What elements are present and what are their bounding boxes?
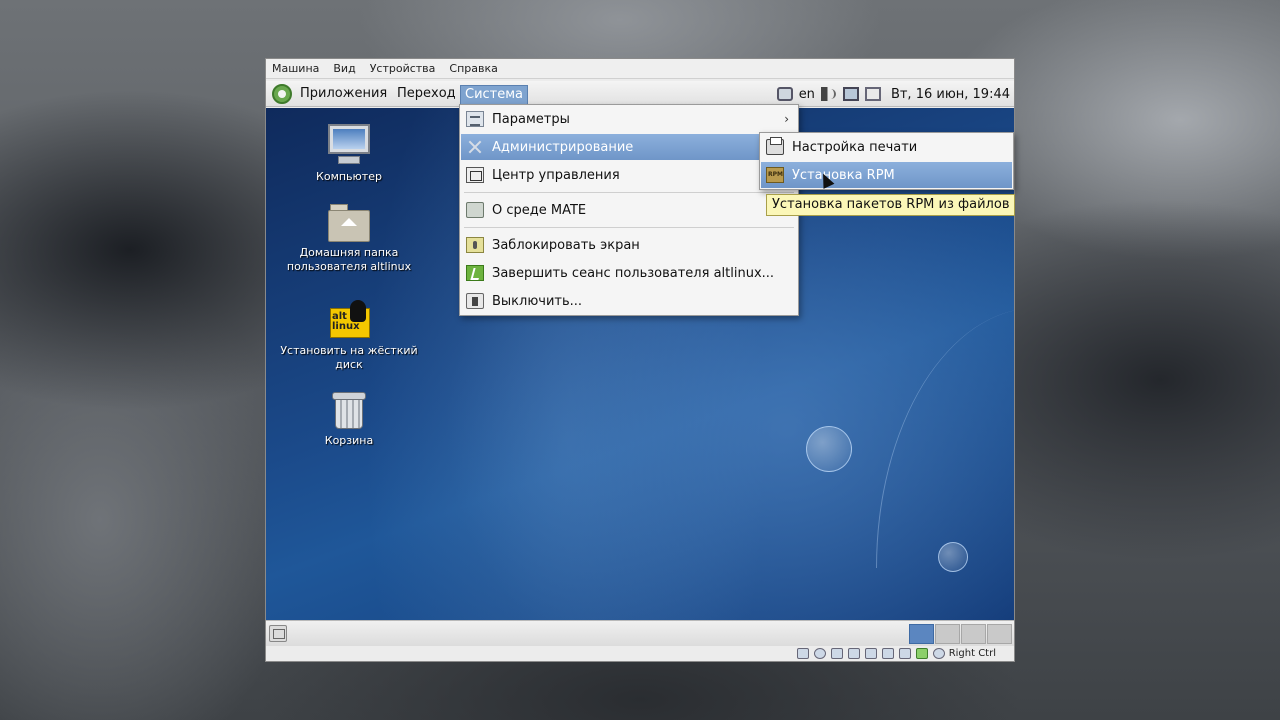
wallpaper-streak xyxy=(876,308,1014,568)
vm-menu-machine[interactable]: Машина xyxy=(272,62,319,75)
rpm-icon xyxy=(766,167,784,183)
mate-logo-icon[interactable] xyxy=(272,84,292,104)
host-key-icon xyxy=(932,648,945,659)
desktop-icon-home[interactable]: Домашняя папка пользователя altlinux xyxy=(274,204,424,274)
wallpaper-orb xyxy=(938,542,968,572)
desktop-icon-install[interactable]: alt linux Установить на жёсткий диск xyxy=(274,300,424,372)
menu-item-label: Администрирование xyxy=(492,139,634,155)
workspace-switcher xyxy=(908,624,1012,644)
menu-item-label: Завершить сеанс пользователя altlinux... xyxy=(492,265,775,281)
control-center-icon xyxy=(466,167,484,183)
menu-item-label: Выключить... xyxy=(492,293,583,309)
altlinux-logo-text: alt linux xyxy=(332,311,360,332)
vm-menu-devices[interactable]: Устройства xyxy=(370,62,436,75)
system-tray: en Вт, 16 июн, 19:44 xyxy=(771,84,1010,104)
clock[interactable]: Вт, 16 июн, 19:44 xyxy=(891,87,1010,102)
desktop-icon-computer[interactable]: Компьютер xyxy=(274,124,424,184)
menu-system[interactable]: Система xyxy=(460,85,529,105)
bottom-panel xyxy=(266,620,1014,646)
desktop-icon-trash[interactable]: Корзина xyxy=(274,390,424,448)
menu-item-lock-screen[interactable]: Заблокировать экран xyxy=(461,232,797,258)
printer-tray-icon[interactable] xyxy=(864,87,881,101)
vm-menu-view[interactable]: Вид xyxy=(333,62,355,75)
mouse-integration-icon[interactable] xyxy=(915,648,928,659)
network-icon[interactable] xyxy=(776,87,793,101)
administration-icon xyxy=(466,139,484,155)
desktop-icon-label: Домашняя папка пользователя altlinux xyxy=(286,246,412,273)
menu-applications[interactable]: Приложения xyxy=(296,85,391,105)
menu-separator xyxy=(464,192,794,193)
shared-folders-icon[interactable] xyxy=(881,648,894,659)
host-key-label: Right Ctrl xyxy=(948,648,996,659)
system-menu: Параметры › Администрирование Центр упра… xyxy=(459,104,799,316)
display-icon[interactable] xyxy=(842,87,859,101)
menu-item-label: Центр управления xyxy=(492,167,620,183)
tooltip: Установка пакетов RPM из файлов xyxy=(766,194,1016,216)
about-icon xyxy=(466,202,484,218)
menu-item-administration[interactable]: Администрирование xyxy=(461,134,797,160)
administration-submenu: Настройка печати Установка RPM xyxy=(759,132,1014,190)
menu-item-control-center[interactable]: Центр управления xyxy=(461,162,797,188)
menu-separator xyxy=(464,227,794,228)
lock-screen-icon xyxy=(466,237,484,253)
menu-item-print-settings[interactable]: Настройка печати xyxy=(761,134,1012,160)
display-status-icon[interactable] xyxy=(898,648,911,659)
workspace-1[interactable] xyxy=(909,624,934,644)
home-folder-icon xyxy=(328,204,370,242)
desktop-icon-label: Установить на жёсткий диск xyxy=(280,344,418,371)
vm-menubar: Машина Вид Устройства Справка xyxy=(266,59,1014,79)
menu-item-about[interactable]: О среде MATE xyxy=(461,197,797,223)
trash-icon xyxy=(332,390,366,430)
menu-item-label: Установка RPM xyxy=(792,167,895,183)
workspace-4[interactable] xyxy=(987,624,1012,644)
shutdown-icon xyxy=(466,293,484,309)
menu-item-label: О среде MATE xyxy=(492,202,587,218)
menu-item-shutdown[interactable]: Выключить... xyxy=(461,288,797,314)
network-adapter-icon[interactable] xyxy=(847,648,860,659)
vm-menu-help[interactable]: Справка xyxy=(449,62,497,75)
altlinux-installer-icon: alt linux xyxy=(328,300,370,340)
computer-icon xyxy=(326,124,372,166)
menu-item-preferences[interactable]: Параметры › xyxy=(461,106,797,132)
logout-icon xyxy=(466,265,484,281)
chevron-right-icon: › xyxy=(784,112,789,126)
desktop-icon-label: Корзина xyxy=(324,434,374,447)
wallpaper-orb xyxy=(806,426,852,472)
show-desktop-button[interactable] xyxy=(269,625,287,642)
menu-places[interactable]: Переход xyxy=(393,85,460,105)
workspace-3[interactable] xyxy=(961,624,986,644)
audio-icon[interactable] xyxy=(830,648,843,659)
vm-status-bar: Right Ctrl xyxy=(266,646,1014,661)
preferences-icon xyxy=(466,111,484,127)
keyboard-layout[interactable]: en xyxy=(799,87,815,102)
usb-icon[interactable] xyxy=(864,648,877,659)
menu-item-logout[interactable]: Завершить сеанс пользователя altlinux... xyxy=(461,260,797,286)
menu-item-label: Заблокировать экран xyxy=(492,237,640,253)
workspace-2[interactable] xyxy=(935,624,960,644)
optical-drive-icon[interactable] xyxy=(813,648,826,659)
hdd-icon[interactable] xyxy=(796,648,809,659)
menu-item-label: Настройка печати xyxy=(792,139,918,155)
menu-item-rpm-install[interactable]: Установка RPM xyxy=(761,162,1012,188)
printer-icon xyxy=(766,137,784,155)
volume-icon[interactable] xyxy=(820,87,837,101)
menu-item-label: Параметры xyxy=(492,111,570,127)
desktop-icon-label: Компьютер xyxy=(316,170,382,183)
